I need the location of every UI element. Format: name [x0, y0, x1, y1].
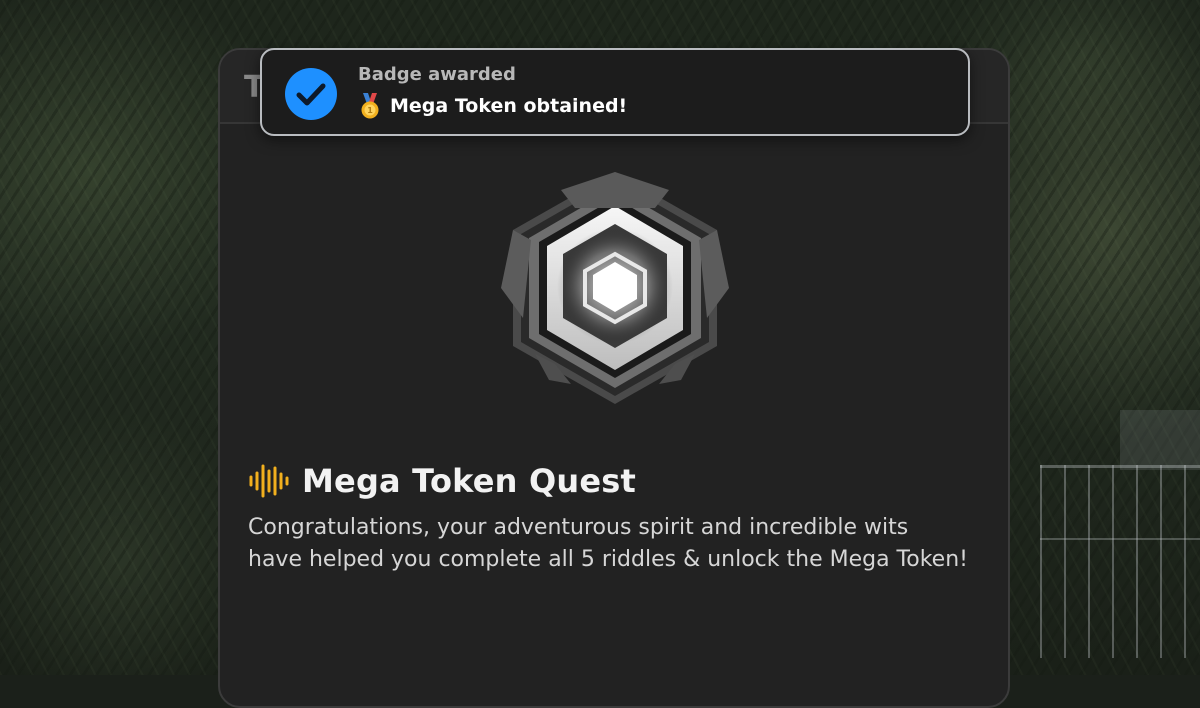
hexagon-badge-icon	[501, 172, 729, 404]
medal-icon: 1	[361, 93, 379, 119]
metal-fence	[1040, 465, 1200, 658]
check-circle-icon	[285, 68, 337, 120]
quest-title-row: Mega Token Quest	[248, 460, 636, 502]
toast-message-row: 1 Mega Token obtained!	[356, 92, 627, 120]
quest-description: Congratulations, your adventurous spirit…	[248, 515, 968, 572]
svg-text:1: 1	[367, 106, 373, 115]
badge-awarded-toast[interactable]: Badge awarded 1 Mega Token obtained!	[260, 48, 970, 136]
audio-wave-icon	[249, 464, 289, 498]
toast-message: Mega Token obtained!	[390, 95, 628, 117]
building-wall	[1120, 410, 1200, 470]
quest-title: Mega Token Quest	[302, 462, 637, 500]
toast-title: Badge awarded	[358, 64, 516, 85]
